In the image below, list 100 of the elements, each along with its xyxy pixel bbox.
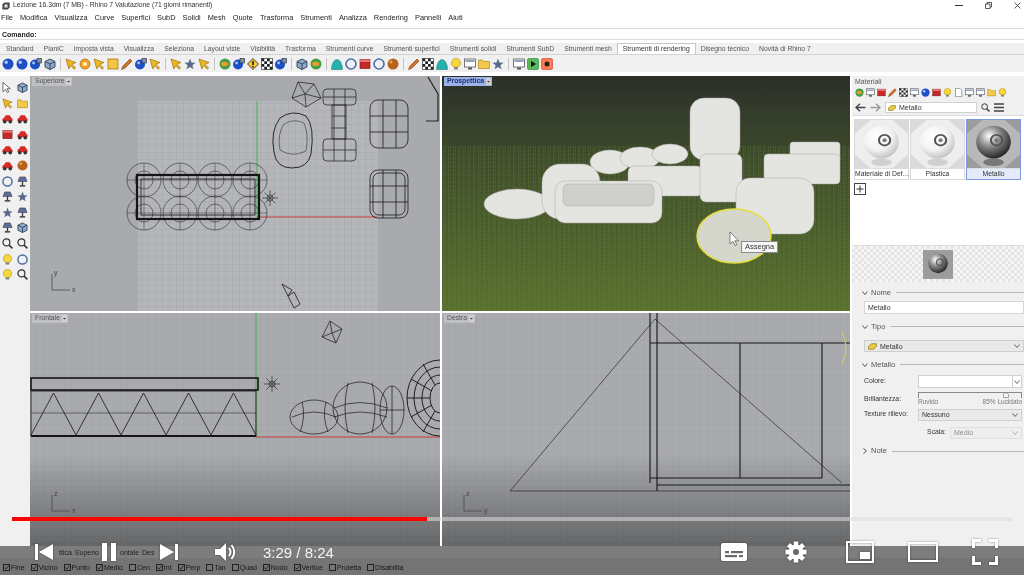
sphere-icon[interactable] xyxy=(921,87,930,97)
checkbox[interactable] xyxy=(206,564,214,571)
car-icon[interactable] xyxy=(2,144,13,156)
search-icon[interactable] xyxy=(17,237,28,249)
slider-thumb[interactable] xyxy=(1002,392,1009,398)
subtitles-button[interactable] xyxy=(720,542,748,562)
checkbox[interactable] xyxy=(231,564,239,571)
pointer-arrow-icon[interactable] xyxy=(2,97,13,109)
sphere-cube-icon[interactable] xyxy=(275,57,287,70)
pause-button[interactable] xyxy=(101,542,117,562)
search-icon[interactable] xyxy=(2,237,13,249)
close-icon[interactable] xyxy=(1014,2,1021,9)
monitor-icon[interactable] xyxy=(464,57,476,70)
add-button[interactable] xyxy=(854,183,866,195)
pointer-arrow-icon[interactable] xyxy=(93,57,105,70)
miniplayer-button[interactable] xyxy=(846,541,874,563)
menu-icon[interactable] xyxy=(994,103,1004,112)
cursor-icon[interactable] xyxy=(2,82,13,93)
checkbox[interactable] xyxy=(177,564,185,571)
sphere-icon[interactable] xyxy=(16,57,28,70)
car-icon[interactable] xyxy=(2,159,13,171)
sphere-cube-icon[interactable] xyxy=(30,57,42,70)
forward-arrow-icon[interactable] xyxy=(870,103,881,112)
checkbox[interactable] xyxy=(30,564,38,571)
lamp-icon[interactable] xyxy=(17,206,28,218)
pencil-icon[interactable] xyxy=(121,57,133,70)
checkerboard-icon[interactable] xyxy=(261,57,273,70)
previous-button[interactable] xyxy=(33,541,55,563)
cube-icon[interactable] xyxy=(296,57,308,70)
sphere-cube-icon[interactable] xyxy=(135,57,147,70)
pointer-arrow-icon[interactable] xyxy=(170,57,182,70)
settings-button[interactable] xyxy=(785,541,807,563)
checkerboard-icon[interactable] xyxy=(422,57,434,70)
box-icon[interactable] xyxy=(2,128,13,140)
monitor-icon[interactable] xyxy=(910,87,919,97)
back-arrow-icon[interactable] xyxy=(855,103,866,112)
box-icon[interactable] xyxy=(877,87,886,97)
cube-icon[interactable] xyxy=(44,57,56,70)
ball-icon[interactable] xyxy=(17,159,28,171)
bulb-icon[interactable] xyxy=(2,253,13,265)
checkbox[interactable] xyxy=(128,564,136,571)
monitor-icon[interactable] xyxy=(513,57,525,70)
chevron-down-icon[interactable] xyxy=(862,323,868,330)
play-icon[interactable] xyxy=(527,57,539,70)
cube-icon[interactable] xyxy=(17,222,28,234)
star-icon[interactable] xyxy=(17,191,28,203)
checkbox[interactable] xyxy=(367,564,375,571)
bulb-icon[interactable] xyxy=(450,57,462,70)
checkbox[interactable] xyxy=(293,564,301,571)
box-icon[interactable] xyxy=(359,57,371,70)
sphere-icon[interactable] xyxy=(2,57,14,70)
slider-track[interactable] xyxy=(918,392,1022,398)
monitor-icon[interactable] xyxy=(965,87,974,97)
search-icon[interactable] xyxy=(981,103,990,112)
bulb-icon[interactable] xyxy=(998,87,1007,97)
chevron-right-icon[interactable] xyxy=(862,448,868,454)
lamp-icon[interactable] xyxy=(2,191,13,203)
car-icon[interactable] xyxy=(2,113,13,125)
star-icon[interactable] xyxy=(492,57,504,70)
search-icon[interactable] xyxy=(17,269,28,281)
fullscreen-button[interactable] xyxy=(972,539,998,565)
lamp-icon[interactable] xyxy=(2,222,13,234)
pointer-arrow-icon[interactable] xyxy=(198,57,210,70)
checkbox[interactable] xyxy=(3,564,10,571)
ring-icon[interactable] xyxy=(345,57,357,70)
dot-icon[interactable] xyxy=(79,57,91,70)
globe-icon[interactable] xyxy=(855,87,864,97)
pointer-arrow-icon[interactable] xyxy=(65,57,77,70)
square-icon[interactable] xyxy=(107,57,119,70)
box-icon[interactable] xyxy=(932,87,941,97)
record-icon[interactable] xyxy=(541,57,553,70)
checkerboard-icon[interactable] xyxy=(899,87,908,97)
ring-icon[interactable] xyxy=(17,253,28,265)
progress-track[interactable] xyxy=(12,517,1012,521)
ball-icon[interactable] xyxy=(387,57,399,70)
checkbox[interactable] xyxy=(262,564,270,571)
chevron-down-icon[interactable] xyxy=(862,361,868,368)
theater-button[interactable] xyxy=(908,542,938,562)
monitor-icon[interactable] xyxy=(976,87,985,97)
monitor-icon[interactable] xyxy=(866,87,875,97)
sphere-cube-icon[interactable] xyxy=(233,57,245,70)
chevron-down-icon[interactable] xyxy=(862,289,868,296)
document-icon[interactable] xyxy=(954,87,963,97)
dome-icon[interactable] xyxy=(331,57,343,70)
star-icon[interactable] xyxy=(2,206,13,218)
car-icon[interactable] xyxy=(17,128,28,140)
next-button[interactable] xyxy=(158,541,180,563)
color-field[interactable] xyxy=(918,375,1022,388)
warning-diamond-icon[interactable] xyxy=(247,57,259,70)
checkbox[interactable] xyxy=(95,564,103,571)
cube-icon[interactable] xyxy=(17,82,28,93)
lamp-icon[interactable] xyxy=(17,175,28,187)
restore-icon[interactable] xyxy=(985,2,992,9)
checkbox[interactable] xyxy=(155,564,163,571)
star-icon[interactable] xyxy=(184,57,196,70)
bulb-icon[interactable] xyxy=(943,87,952,97)
ring-icon[interactable] xyxy=(373,57,385,70)
checkbox[interactable] xyxy=(63,564,71,571)
checkbox[interactable] xyxy=(328,564,336,571)
globe-icon[interactable] xyxy=(310,57,322,70)
